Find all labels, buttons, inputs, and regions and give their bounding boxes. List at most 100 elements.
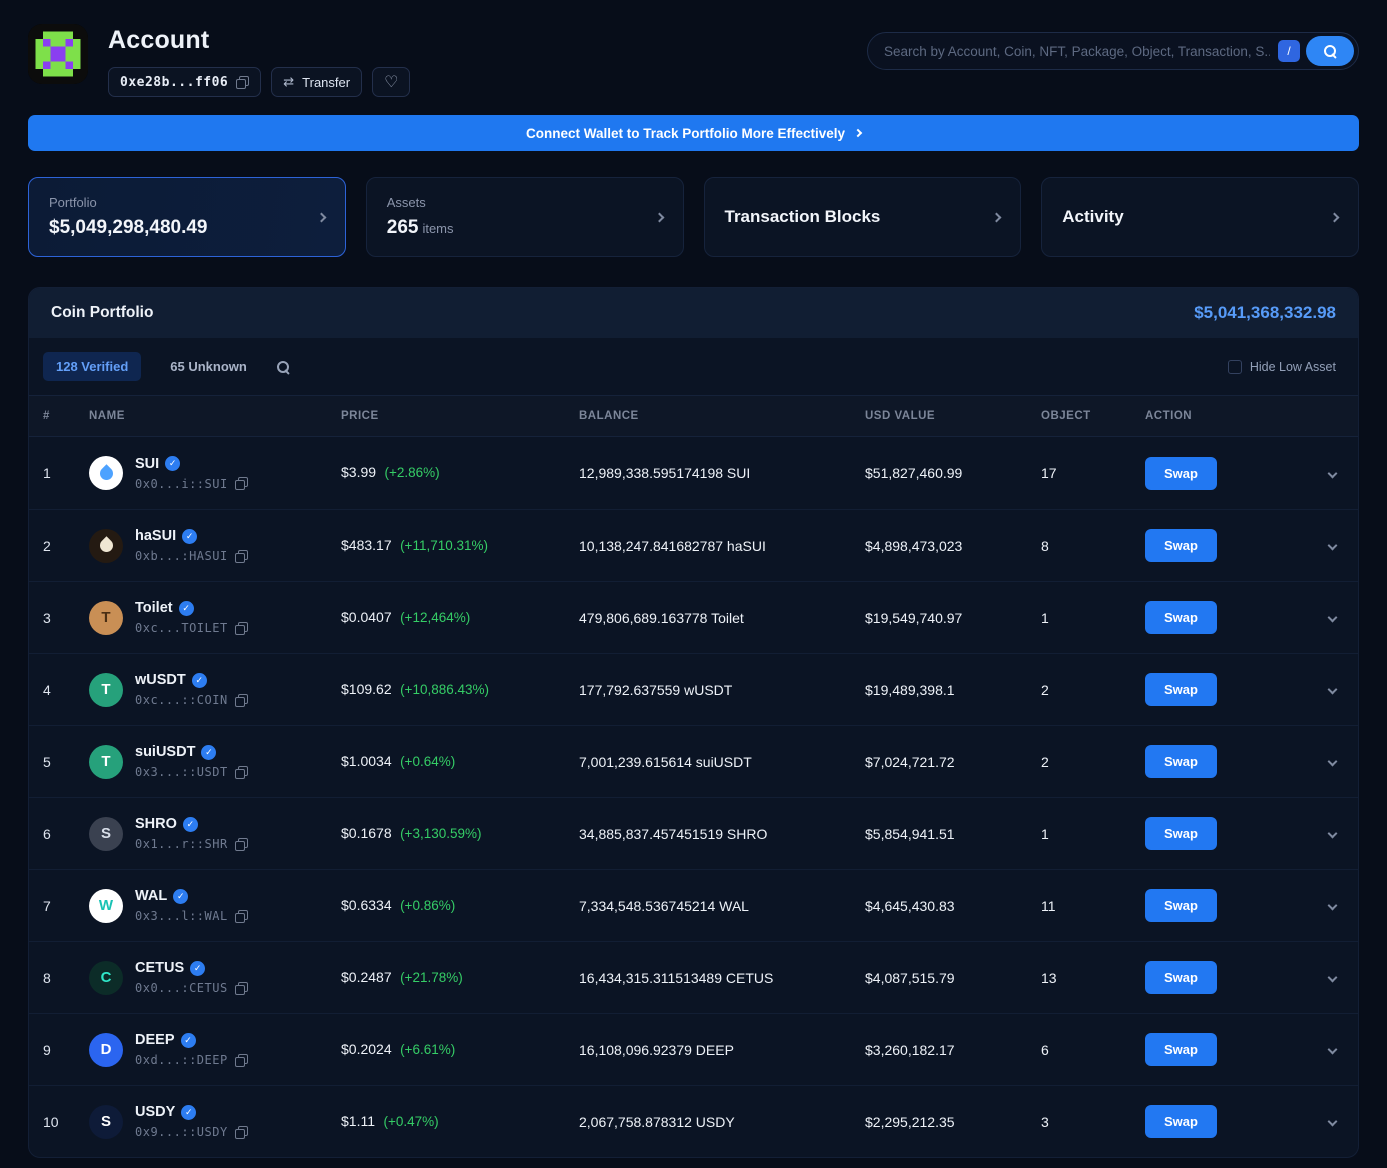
copy-coin-address-icon[interactable] [235, 622, 248, 635]
coin-price: $1.0034 [341, 753, 392, 769]
coin-object-count: 8 [1041, 538, 1145, 554]
search-input[interactable] [884, 44, 1270, 59]
coin-usd-value: $4,898,473,023 [865, 538, 1041, 554]
coin-meta: CETUS ✓ 0x0...:CETUS [135, 960, 248, 995]
price-cell: $1.11 (+0.47%) [341, 1113, 579, 1131]
copy-coin-address-icon[interactable] [235, 477, 248, 490]
swap-button[interactable]: Swap [1145, 1105, 1217, 1138]
swap-button[interactable]: Swap [1145, 1033, 1217, 1066]
coin-name[interactable]: haSUI [135, 528, 176, 544]
table-header: # NAME PRICE BALANCE USD VALUE OBJECT AC… [29, 395, 1358, 437]
activity-card[interactable]: Activity [1041, 177, 1359, 257]
coin-name[interactable]: wUSDT [135, 672, 186, 688]
copy-coin-address-icon[interactable] [235, 1054, 248, 1067]
tab-unknown[interactable]: 65 Unknown [157, 352, 260, 381]
coin-name[interactable]: SHRO [135, 816, 177, 832]
chevron-down-icon[interactable] [1328, 1045, 1338, 1055]
table-row: 2 haSUI ✓ 0xb...:HASUI $483.17 (+11,710.… [29, 509, 1358, 581]
assets-card[interactable]: Assets 265items [366, 177, 684, 257]
price-cell: $3.99 (+2.86%) [341, 464, 579, 482]
table-row: 7 W WAL ✓ 0x3...l::WAL $0.6334 (+0.86%) … [29, 869, 1358, 941]
expand-cell [1305, 542, 1344, 549]
transaction-blocks-card[interactable]: Transaction Blocks [704, 177, 1022, 257]
portfolio-label: Portfolio [49, 195, 208, 210]
chevron-down-icon[interactable] [1328, 757, 1338, 767]
swap-button[interactable]: Swap [1145, 529, 1217, 562]
chevron-down-icon[interactable] [1328, 541, 1338, 551]
copy-coin-address-icon[interactable] [235, 694, 248, 707]
transfer-button[interactable]: ⇄ Transfer [271, 67, 362, 97]
row-index: 8 [43, 970, 89, 986]
portfolio-card[interactable]: Portfolio $5,049,298,480.49 [28, 177, 346, 257]
coin-cell: W WAL ✓ 0x3...l::WAL [89, 888, 341, 923]
coin-name[interactable]: suiUSDT [135, 744, 195, 760]
row-index: 1 [43, 465, 89, 481]
swap-button[interactable]: Swap [1145, 817, 1217, 850]
assets-card-content: Assets 265items [387, 195, 454, 239]
coin-object-count: 1 [1041, 826, 1145, 842]
swap-button[interactable]: Swap [1145, 745, 1217, 778]
expand-cell [1305, 974, 1344, 981]
swap-button[interactable]: Swap [1145, 457, 1217, 490]
search-button[interactable] [1306, 36, 1354, 66]
chevron-down-icon[interactable] [1328, 685, 1338, 695]
coin-price: $0.2024 [341, 1041, 392, 1057]
chevron-down-icon[interactable] [1328, 901, 1338, 911]
col-action: ACTION [1145, 410, 1305, 422]
coin-object-count: 2 [1041, 754, 1145, 770]
tab-verified[interactable]: 128 Verified [43, 352, 141, 381]
coin-price: $0.6334 [341, 897, 392, 913]
swap-button[interactable]: Swap [1145, 601, 1217, 634]
copy-coin-address-icon[interactable] [235, 1126, 248, 1139]
connect-wallet-banner[interactable]: Connect Wallet to Track Portfolio More E… [28, 115, 1359, 151]
action-cell: Swap [1145, 961, 1305, 994]
coin-name[interactable]: CETUS [135, 960, 184, 976]
coin-meta: SUI ✓ 0x0...i::SUI [135, 456, 248, 491]
coin-balance: 12,989,338.595174198 SUI [579, 465, 865, 481]
price-cell: $0.0407 (+12,464%) [341, 609, 579, 627]
swap-button[interactable]: Swap [1145, 961, 1217, 994]
summary-cards: Portfolio $5,049,298,480.49 Assets 265it… [28, 177, 1359, 257]
account-avatar [28, 24, 88, 84]
hide-low-asset-checkbox[interactable] [1228, 360, 1242, 374]
chevron-down-icon[interactable] [1328, 973, 1338, 983]
verified-badge-icon: ✓ [190, 961, 205, 976]
col-price: PRICE [341, 410, 579, 422]
coin-portfolio-header: Coin Portfolio $5,041,368,332.98 [29, 288, 1358, 338]
coin-meta: DEEP ✓ 0xd...::DEEP [135, 1032, 248, 1067]
copy-coin-address-icon[interactable] [235, 982, 248, 995]
chevron-down-icon[interactable] [1328, 829, 1338, 839]
copy-coin-address-icon[interactable] [235, 550, 248, 563]
coin-name[interactable]: SUI [135, 456, 159, 472]
coin-meta: WAL ✓ 0x3...l::WAL [135, 888, 248, 923]
copy-coin-address-icon[interactable] [235, 766, 248, 779]
swap-button[interactable]: Swap [1145, 889, 1217, 922]
coin-name[interactable]: WAL [135, 888, 167, 904]
table-row: 10 S USDY ✓ 0x9...::USDY $1.11 (+0.47%) … [29, 1085, 1358, 1157]
coin-address: 0x3...l::WAL [135, 909, 228, 923]
copy-address-icon[interactable] [236, 76, 249, 89]
coin-price-change: (+21.78%) [400, 970, 463, 985]
search-shortcut-key: / [1278, 40, 1300, 62]
coin-name[interactable]: USDY [135, 1104, 175, 1120]
chevron-down-icon[interactable] [1328, 613, 1338, 623]
swap-button[interactable]: Swap [1145, 673, 1217, 706]
verified-badge-icon: ✓ [165, 456, 180, 471]
chevron-down-icon[interactable] [1328, 1117, 1338, 1127]
coin-name[interactable]: Toilet [135, 600, 173, 616]
coin-object-count: 2 [1041, 682, 1145, 698]
coin-address: 0x1...r::SHR [135, 837, 228, 851]
account-address-pill[interactable]: 0xe28b...ff06 [108, 67, 261, 97]
copy-coin-address-icon[interactable] [235, 838, 248, 851]
hide-low-asset-label[interactable]: Hide Low Asset [1250, 360, 1336, 374]
search-bar: / [867, 32, 1359, 70]
coin-address: 0xc...TOILET [135, 621, 228, 635]
coin-price-change: (+3,130.59%) [400, 826, 481, 841]
table-search-icon[interactable] [276, 360, 290, 374]
account-address: 0xe28b...ff06 [120, 75, 228, 90]
favorite-button[interactable]: ♡ [372, 67, 410, 97]
coin-balance: 479,806,689.163778 Toilet [579, 610, 865, 626]
coin-name[interactable]: DEEP [135, 1032, 175, 1048]
chevron-down-icon[interactable] [1328, 468, 1338, 478]
copy-coin-address-icon[interactable] [235, 910, 248, 923]
